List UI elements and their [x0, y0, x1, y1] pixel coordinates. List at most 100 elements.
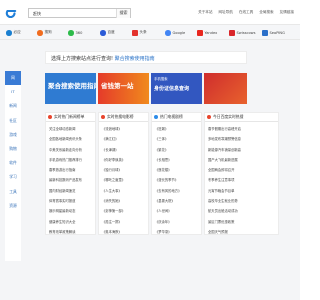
site-sogou[interactable]: 搜狗: [37, 30, 52, 36]
fire-icon: [48, 115, 52, 119]
nav-item-software[interactable]: 软件: [5, 156, 21, 170]
list-item[interactable]: 《满江红》: [102, 134, 145, 144]
list-item[interactable]: 新能源汽车销量创新高: [208, 145, 275, 155]
panel-hot-search: 今日百度实时热搜 春节假期出行高峰开启 多地发布寒潮预警信息 新能源汽车销量创新…: [204, 112, 279, 235]
top-link-search[interactable]: 全局搜索: [259, 10, 273, 15]
list-item[interactable]: 《长津湖》: [102, 145, 145, 155]
list-item[interactable]: 多地发布寒潮预警信息: [208, 134, 275, 144]
list-item[interactable]: 《独行月球》: [102, 165, 145, 175]
site-baidu[interactable]: 百度: [100, 30, 115, 36]
nav-item-resources[interactable]: 资源: [5, 199, 21, 213]
list-item[interactable]: 中美关系最新走向分析: [49, 145, 92, 155]
toutiao-icon: [132, 30, 138, 36]
list-item[interactable]: 《奥本海默》: [102, 227, 145, 237]
nav-item-shopping[interactable]: 购物: [5, 142, 21, 156]
list-item[interactable]: 《人世间》: [155, 206, 198, 216]
top-link-nav[interactable]: 网址导航: [219, 10, 233, 15]
site-seoping[interactable]: SeoPING: [262, 30, 285, 36]
panel-header: 实时热搜电影榜: [99, 113, 148, 122]
top-links: 关于本站 网址导航 在线工具 全局搜索 友情链接: [198, 10, 294, 15]
seoping-icon: [262, 30, 268, 36]
list-item[interactable]: 《三体》: [155, 134, 198, 144]
site-toutiao[interactable]: 头条: [132, 30, 147, 36]
site-swisscows[interactable]: Swisscows: [229, 30, 255, 36]
list-item[interactable]: 教育改革政策解读: [49, 227, 92, 237]
site-google[interactable]: Google: [165, 30, 185, 36]
swisscows-icon: [229, 30, 235, 36]
google-icon: [165, 30, 171, 36]
list-item[interactable]: 国产大飞机最新进展: [208, 155, 275, 165]
panel-header: 热门电视剧榜: [152, 113, 201, 122]
nav-item-it[interactable]: IT: [5, 85, 21, 99]
list-item[interactable]: 元宵节晚会节目单: [208, 186, 275, 196]
yandex-icon: [197, 30, 203, 36]
site-bing[interactable]: 必应: [6, 30, 21, 36]
guide-link[interactable]: 聚合搜索使用指南: [115, 56, 155, 62]
nav-item-community[interactable]: 社区: [5, 114, 21, 128]
site-360[interactable]: 360: [68, 30, 82, 36]
list-item[interactable]: 最新科技数码产品发布: [49, 175, 92, 185]
list-item[interactable]: 国内财经新闻速览: [49, 186, 92, 196]
list-item[interactable]: 航天员出舱活动成功: [208, 206, 275, 216]
list-item[interactable]: 《去有风的地方》: [155, 186, 198, 196]
list-item[interactable]: 《莲花楼》: [155, 165, 198, 175]
notice-text: 选择上方搜索站点进行查询! 聚合搜索使用指南: [51, 56, 155, 62]
list-item[interactable]: 《漫长的季节》: [155, 175, 198, 185]
nav-item-news[interactable]: 新闻: [5, 99, 21, 113]
list-item[interactable]: 《你好李焕英》: [102, 155, 145, 165]
search-engine-row: 必应 搜狗 360 百度 头条 Google Yandex Swisscows …: [0, 24, 300, 40]
list-item[interactable]: 景区门票优惠政策: [208, 217, 275, 227]
nav-item-games[interactable]: 游戏: [5, 128, 21, 142]
panel-header: 今日百度实时热搜: [205, 113, 278, 122]
site-yandex[interactable]: Yandex: [197, 30, 217, 36]
list-item[interactable]: 娱乐明星最新动态: [49, 206, 92, 216]
list-item[interactable]: 手机游戏热门推荐排行: [49, 155, 92, 165]
list-item[interactable]: 《狂飙》: [155, 124, 198, 134]
list-item[interactable]: 高校毕业生就业形势: [208, 196, 275, 206]
tv-icon: [154, 115, 158, 119]
list-item[interactable]: 《长相思》: [155, 155, 198, 165]
list-item[interactable]: 关注全球动态新闻: [49, 124, 92, 134]
list-item[interactable]: 《繁花》: [155, 145, 198, 155]
search-input[interactable]: 赶快: [33, 11, 41, 17]
list-item[interactable]: 《哪吒之魔童》: [102, 175, 145, 185]
top-link-about[interactable]: 关于本站: [198, 10, 212, 15]
list-item[interactable]: 全国各地新闻资讯头条: [49, 134, 92, 144]
list-item[interactable]: 《流浪地球》: [102, 124, 145, 134]
list-item[interactable]: 《县委大院》: [155, 196, 198, 206]
panel-tv: 热门电视剧榜 《狂飙》 《三体》 《繁花》 《长相思》 《莲花楼》 《漫长的季节…: [151, 112, 202, 235]
search-box: 赶快 搜索: [28, 8, 131, 18]
list-item[interactable]: 全国天气预报: [208, 227, 275, 237]
ad-banner-savings[interactable]: 省钱第一站: [98, 73, 149, 104]
list-item[interactable]: 《消失的她》: [102, 196, 145, 206]
360-icon: [68, 30, 74, 36]
top-link-tools[interactable]: 在线工具: [239, 10, 253, 15]
list-item[interactable]: 《梦华录》: [155, 227, 198, 237]
list-item[interactable]: 冬季养生注意事项: [208, 175, 275, 185]
baidu-icon: [100, 30, 106, 36]
top-link-friends[interactable]: 友情链接: [280, 10, 294, 15]
nav-item-study[interactable]: 学习: [5, 170, 21, 184]
category-nav: 网 IT 新闻 社区 游戏 购物 软件 学习 工具 资源: [5, 71, 21, 261]
fire-icon: [207, 115, 211, 119]
list-item[interactable]: 春季旅游出行指南: [49, 165, 92, 175]
list-item[interactable]: 体育赛事实时报道: [49, 196, 92, 206]
list-item[interactable]: 《封神第一部》: [102, 206, 145, 216]
list-item[interactable]: 《庆余年》: [155, 217, 198, 227]
ad-banner-idcheck[interactable]: 手机搜索 身份证信息查询: [151, 73, 202, 104]
sogou-icon: [37, 30, 43, 36]
panel-header: 实时热门新闻榜单: [46, 113, 95, 122]
browser-logo-icon[interactable]: [4, 4, 18, 18]
list-item[interactable]: 《人生大事》: [102, 186, 145, 196]
notice-banner: 选择上方搜索站点进行查询! 聚合搜索使用指南: [45, 51, 247, 64]
nav-item-tools[interactable]: 工具: [5, 185, 21, 199]
list-item[interactable]: 健康养生知识大全: [49, 217, 92, 227]
ad-banner-promo[interactable]: [204, 73, 247, 104]
list-item[interactable]: 春节假期出行高峰开启: [208, 124, 275, 134]
nav-item-web[interactable]: 网: [5, 71, 21, 86]
search-button[interactable]: 搜索: [116, 9, 130, 18]
list-item[interactable]: 全国两会即将召开: [208, 165, 275, 175]
bing-icon: [6, 30, 12, 36]
list-item[interactable]: 《孤注一掷》: [102, 217, 145, 227]
ad-banner-guide[interactable]: 聚合搜索使用指南: [45, 73, 96, 104]
